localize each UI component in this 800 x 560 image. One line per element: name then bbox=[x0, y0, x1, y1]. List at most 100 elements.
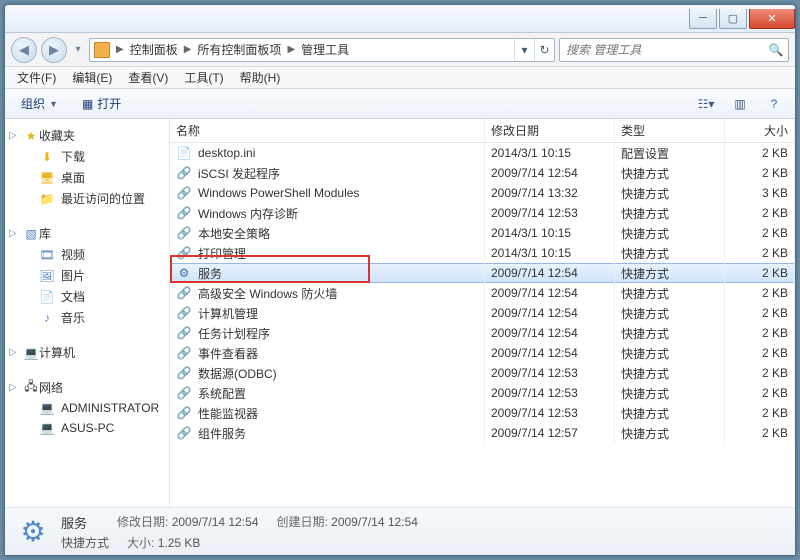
file-date: 2014/3/1 10:15 bbox=[485, 242, 615, 264]
file-name: 计算机管理 bbox=[198, 305, 258, 322]
file-size: 2 KB bbox=[725, 262, 795, 284]
folder-icon: 📁 bbox=[39, 191, 55, 207]
chevron-down-icon: ▼ bbox=[49, 99, 58, 109]
file-date: 2014/3/1 10:15 bbox=[485, 143, 615, 164]
toolbar: 组织▼ ▦打开 ☷ ▾ ▥ ? bbox=[5, 89, 795, 119]
file-name: 任务计划程序 bbox=[198, 325, 270, 342]
file-icon: 🔗 bbox=[176, 345, 192, 361]
computer-icon: 💻 bbox=[23, 345, 39, 361]
folder-icon: 🖥 bbox=[39, 170, 55, 186]
help-button[interactable]: ? bbox=[761, 94, 787, 114]
address-dropdown-button[interactable]: ▾ bbox=[514, 39, 534, 61]
preview-pane-button[interactable]: ▥ bbox=[727, 94, 753, 114]
computer-icon: 💻 bbox=[39, 420, 55, 436]
sidebar-item[interactable]: ⬇下载 bbox=[5, 146, 169, 167]
sidebar-item[interactable]: ♪音乐 bbox=[5, 307, 169, 328]
file-icon: ⚙ bbox=[176, 265, 192, 281]
expand-icon: ▷ bbox=[9, 228, 17, 239]
status-size: 1.25 KB bbox=[158, 536, 201, 550]
sidebar-item[interactable]: 🎞视频 bbox=[5, 244, 169, 265]
status-modified-label: 修改日期: bbox=[117, 515, 168, 529]
status-size-label: 大小: bbox=[127, 536, 154, 550]
sidebar-item[interactable]: 💻 ASUS-PC bbox=[5, 418, 169, 438]
file-size: 2 KB bbox=[725, 382, 795, 404]
sidebar-group-favorites[interactable]: ▷★收藏夹 bbox=[5, 125, 169, 146]
file-row[interactable]: 🔗组件服务2009/7/14 12:57快捷方式2 KB bbox=[170, 423, 795, 443]
sidebar-item-label: ASUS-PC bbox=[61, 421, 114, 435]
chevron-right-icon[interactable]: ▶ bbox=[182, 44, 194, 55]
chevron-right-icon[interactable]: ▶ bbox=[114, 44, 126, 55]
menu-tools[interactable]: 工具(T) bbox=[176, 67, 231, 88]
status-modified: 2009/7/14 12:54 bbox=[172, 515, 259, 529]
chevron-right-icon[interactable]: ▶ bbox=[285, 44, 297, 55]
refresh-button[interactable]: ↻ bbox=[534, 39, 554, 61]
file-name: desktop.ini bbox=[198, 146, 255, 160]
file-size: 3 KB bbox=[725, 182, 795, 204]
location-icon bbox=[94, 42, 110, 58]
search-box[interactable]: 🔍 bbox=[559, 38, 789, 62]
sidebar-item[interactable]: 📁 最近访问的位置 bbox=[5, 188, 169, 209]
expand-icon: ▷ bbox=[9, 382, 17, 393]
nav-history-button[interactable]: ▾ bbox=[71, 37, 85, 63]
nav-sidebar[interactable]: ▷★收藏夹 ⬇下载🖥桌面 📁 最近访问的位置 ▷▧库 🎞视频🖼图片📄文档♪音乐 ▷ 💻… bbox=[5, 119, 170, 507]
file-size: 2 KB bbox=[725, 422, 795, 444]
file-name: 服务 bbox=[198, 265, 222, 282]
sidebar-item[interactable]: 💻ADMINISTRATOR bbox=[5, 398, 169, 418]
sidebar-item-label: 音乐 bbox=[61, 309, 85, 326]
file-rows[interactable]: 📄desktop.ini2014/3/1 10:15配置设置2 KB🔗iSCSI… bbox=[170, 143, 795, 507]
file-name: 系统配置 bbox=[198, 385, 246, 402]
file-icon: 🔗 bbox=[176, 165, 192, 181]
crumb-1[interactable]: 所有控制面板项 bbox=[193, 39, 285, 61]
organize-button[interactable]: 组织▼ bbox=[13, 92, 66, 115]
nav-forward-button[interactable]: ▶ bbox=[41, 37, 67, 63]
file-date: 2009/7/14 12:53 bbox=[485, 362, 615, 384]
expand-icon: ▷ bbox=[9, 347, 17, 358]
crumb-2[interactable]: 管理工具 bbox=[297, 39, 353, 61]
search-icon[interactable]: 🔍 bbox=[764, 39, 788, 61]
sidebar-item[interactable]: 🖥桌面 bbox=[5, 167, 169, 188]
column-size[interactable]: 大小 bbox=[725, 119, 795, 142]
search-input[interactable] bbox=[560, 43, 764, 57]
file-date: 2009/7/14 12:53 bbox=[485, 402, 615, 424]
gear-icon: ⚙ bbox=[15, 514, 51, 550]
file-size: 2 KB bbox=[725, 162, 795, 184]
sidebar-item-label: 最近访问的位置 bbox=[61, 190, 145, 207]
sidebar-item[interactable]: 📄文档 bbox=[5, 286, 169, 307]
file-size: 2 KB bbox=[725, 322, 795, 344]
view-options-button[interactable]: ☷ ▾ bbox=[693, 94, 719, 114]
sidebar-group-computer[interactable]: ▷💻计算机 bbox=[5, 342, 169, 363]
sidebar-group-network[interactable]: ▷🖧网络 bbox=[5, 377, 169, 398]
menu-bar: 文件(F) 编辑(E) 查看(V) 工具(T) 帮助(H) bbox=[5, 67, 795, 89]
crumb-0[interactable]: 控制面板 bbox=[126, 39, 182, 61]
status-name: 服务 bbox=[61, 513, 87, 532]
column-type[interactable]: 类型 bbox=[615, 119, 725, 142]
minimize-button[interactable]: ─ bbox=[689, 9, 717, 29]
file-type: 快捷方式 bbox=[615, 421, 725, 446]
column-name[interactable]: 名称 bbox=[170, 119, 485, 142]
menu-file[interactable]: 文件(F) bbox=[9, 67, 64, 88]
menu-help[interactable]: 帮助(H) bbox=[232, 67, 289, 88]
sidebar-item-label: 视频 bbox=[61, 246, 85, 263]
close-button[interactable]: ✕ bbox=[749, 9, 795, 29]
file-icon: 🔗 bbox=[176, 205, 192, 221]
file-list: 名称 修改日期 类型 大小 📄desktop.ini2014/3/1 10:15… bbox=[170, 119, 795, 507]
address-box[interactable]: ▶ 控制面板 ▶ 所有控制面板项 ▶ 管理工具 ▾ ↻ bbox=[89, 38, 555, 62]
sidebar-group-libraries[interactable]: ▷▧库 bbox=[5, 223, 169, 244]
titlebar[interactable]: ─ ▢ ✕ bbox=[5, 5, 795, 33]
file-name: 本地安全策略 bbox=[198, 225, 270, 242]
open-button[interactable]: ▦打开 bbox=[74, 92, 129, 115]
file-name: Windows PowerShell Modules bbox=[198, 186, 359, 200]
file-size: 2 KB bbox=[725, 202, 795, 224]
file-name: 事件查看器 bbox=[198, 345, 258, 362]
maximize-button[interactable]: ▢ bbox=[719, 9, 747, 29]
file-date: 2009/7/14 13:32 bbox=[485, 182, 615, 204]
file-size: 2 KB bbox=[725, 302, 795, 324]
explorer-window: ─ ▢ ✕ ◀ ▶ ▾ ▶ 控制面板 ▶ 所有控制面板项 ▶ 管理工具 ▾ ↻ … bbox=[4, 4, 796, 556]
column-date[interactable]: 修改日期 bbox=[485, 119, 615, 142]
sidebar-item[interactable]: 🖼图片 bbox=[5, 265, 169, 286]
menu-edit[interactable]: 编辑(E) bbox=[64, 67, 120, 88]
menu-view[interactable]: 查看(V) bbox=[120, 67, 176, 88]
file-date: 2009/7/14 12:54 bbox=[485, 342, 615, 364]
file-size: 2 KB bbox=[725, 222, 795, 244]
nav-back-button[interactable]: ◀ bbox=[11, 37, 37, 63]
